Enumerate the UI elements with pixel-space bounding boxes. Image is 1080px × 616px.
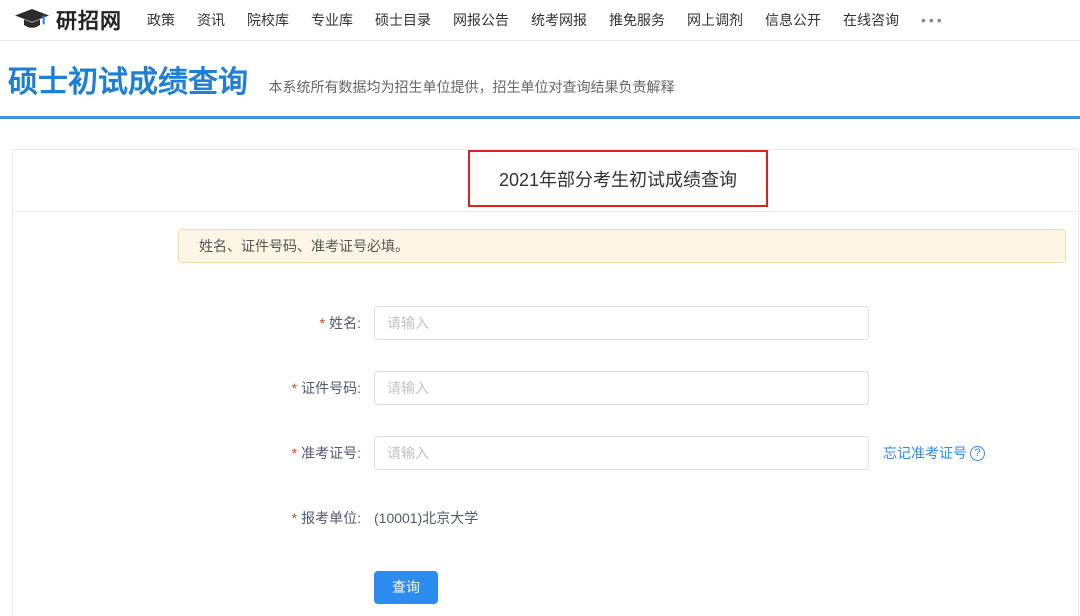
panel-body: 姓名、证件号码、准考证号必填。 *姓名: *证件号码: *准考证号: (13, 212, 1078, 604)
nav-item-wangshangtiaoji[interactable]: 网上调剂 (676, 10, 754, 30)
graduation-cap-icon (14, 7, 56, 33)
required-asterisk: * (292, 380, 297, 396)
alert-text: 姓名、证件号码、准考证号必填。 (199, 236, 409, 256)
red-annotation-box: 2021年部分考生初试成绩查询 (468, 150, 768, 207)
nav-item-yuanxiaoku[interactable]: 院校库 (236, 10, 300, 30)
page-subtitle: 本系统所有数据均为招生单位提供，招生单位对查询结果负责解释 (268, 79, 674, 95)
nav-item-zhengce[interactable]: 政策 (136, 10, 186, 30)
form-row-ticket-number: *准考证号: 忘记准考证号 ? (13, 436, 1078, 470)
required-asterisk: * (292, 510, 297, 526)
id-number-input[interactable] (374, 371, 869, 405)
page-header: 硕士初试成绩查询 本系统所有数据均为招生单位提供，招生单位对查询结果负责解释 (0, 41, 1080, 101)
nav-item-xinxigongkai[interactable]: 信息公开 (754, 10, 832, 30)
required-asterisk: * (320, 315, 325, 331)
id-number-label: *证件号码: (13, 378, 361, 398)
form-row-submit: 查询 (374, 570, 1078, 604)
top-nav: 研招网 政策 资讯 院校库 专业库 硕士目录 网报公告 统考网报 推免服务 网上… (0, 0, 1080, 41)
header-divider (0, 116, 1080, 119)
score-query-form: *姓名: *证件号码: *准考证号: 忘记准考证号 ? (13, 306, 1078, 604)
panel-header: 2021年部分考生初试成绩查询 (13, 150, 1078, 212)
main-menu: 政策 资讯 院校库 专业库 硕士目录 网报公告 统考网报 推免服务 网上调剂 信… (136, 10, 956, 30)
nav-item-zixun[interactable]: 资讯 (186, 10, 236, 30)
name-input[interactable] (374, 306, 869, 340)
unit-value: (10001)北京大学 (374, 508, 478, 528)
form-row-id-number: *证件号码: (13, 371, 1078, 405)
name-label: *姓名: (13, 313, 361, 333)
nav-item-shuoshimulu[interactable]: 硕士目录 (364, 10, 442, 30)
query-button[interactable]: 查询 (374, 571, 438, 604)
nav-item-tuimianfuwu[interactable]: 推免服务 (598, 10, 676, 30)
site-logo-text: 研招网 (56, 5, 122, 35)
form-row-name: *姓名: (13, 306, 1078, 340)
nav-item-wangbaogonggao[interactable]: 网报公告 (442, 10, 520, 30)
form-row-unit: *报考单位: (10001)北京大学 (13, 501, 1078, 535)
site-logo[interactable]: 研招网 (14, 5, 122, 35)
unit-label: *报考单位: (13, 508, 361, 528)
nav-item-zaixianzixun[interactable]: 在线咨询 (832, 10, 910, 30)
question-circle-icon: ? (970, 446, 985, 461)
required-fields-alert: 姓名、证件号码、准考证号必填。 (178, 229, 1066, 263)
forgot-ticket-link[interactable]: 忘记准考证号 ? (883, 443, 985, 463)
nav-item-zhuanyeku[interactable]: 专业库 (300, 10, 364, 30)
required-asterisk: * (292, 445, 297, 461)
ticket-number-label: *准考证号: (13, 443, 361, 463)
nav-item-tongkaowangbao[interactable]: 统考网报 (520, 10, 598, 30)
nav-more-ellipsis-icon[interactable]: ••• (910, 12, 956, 28)
page-title: 硕士初试成绩查询 (8, 66, 248, 99)
query-panel: 2021年部分考生初试成绩查询 姓名、证件号码、准考证号必填。 *姓名: *证件… (12, 149, 1079, 616)
ticket-number-input[interactable] (374, 436, 869, 470)
panel-title: 2021年部分考生初试成绩查询 (499, 166, 737, 192)
